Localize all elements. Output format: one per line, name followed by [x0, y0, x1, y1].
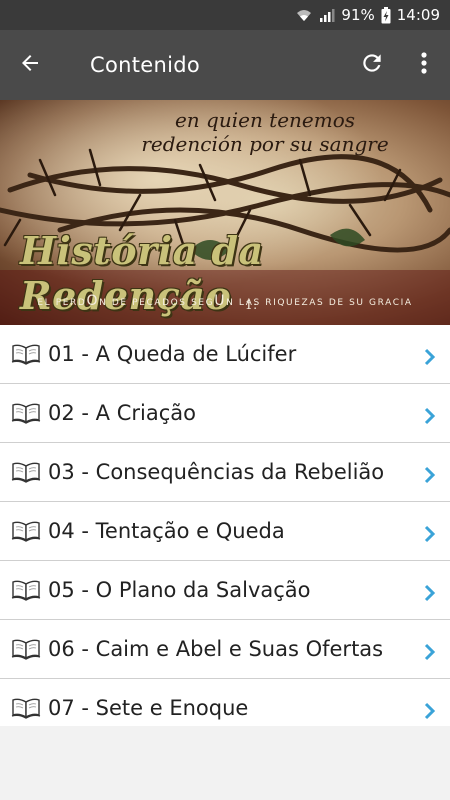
chapter-title: 04 - Tentação e Queda — [48, 519, 285, 543]
verse-part: U — [214, 293, 227, 309]
chevron-right-icon — [410, 637, 450, 661]
list-item[interactable]: 02 - A Criação — [0, 384, 450, 443]
chevron-right-icon — [410, 401, 450, 425]
banner-verse-text: EL PERDON DE PECADOS SEGUN LAS RIQUEZAS … — [0, 293, 450, 309]
signal-icon — [319, 7, 335, 23]
book-icon — [0, 579, 48, 601]
refresh-button[interactable] — [346, 30, 398, 100]
list-item[interactable]: 05 - O Plano da Salvação — [0, 561, 450, 620]
overflow-menu-button[interactable] — [398, 30, 450, 100]
chapter-title: 02 - A Criação — [48, 401, 196, 425]
book-icon — [0, 520, 48, 542]
verse-part: N LAS RIQUEZAS DE SU GRACIA — [226, 298, 413, 308]
status-bar: 91% 14:09 — [0, 0, 450, 30]
chapter-title: 03 - Consequências da Rebelião — [48, 460, 385, 484]
wifi-icon — [295, 7, 313, 23]
page-title: Contenido — [90, 53, 200, 77]
chapter-title: 05 - O Plano da Salvação — [48, 578, 311, 602]
chapter-list: 01 - A Queda de Lúcifer 02 - A Criação 0… — [0, 325, 450, 726]
empty-area — [0, 726, 450, 800]
verse-part: O — [86, 293, 100, 309]
chevron-right-icon — [410, 460, 450, 484]
chapter-title: 06 - Caim e Abel e Suas Ofertas — [48, 637, 384, 661]
chevron-right-icon — [410, 578, 450, 602]
header-banner-image: en quien tenemos redención por su sangre… — [0, 100, 450, 325]
chapter-title: 01 - A Queda de Lúcifer — [48, 342, 297, 366]
list-item[interactable]: 03 - Consequências da Rebelião — [0, 443, 450, 502]
banner-line-2: redención por su sangre — [141, 132, 389, 156]
book-icon — [0, 402, 48, 424]
verse-part: N DE PECADOS SEG — [99, 298, 215, 308]
book-icon — [0, 638, 48, 660]
book-icon — [0, 343, 48, 365]
banner-line-1: en quien tenemos — [174, 108, 356, 132]
arrow-back-icon — [18, 51, 42, 79]
list-item[interactable]: 01 - A Queda de Lúcifer — [0, 325, 450, 384]
battery-percent: 91% — [341, 6, 375, 24]
back-button[interactable] — [0, 30, 60, 100]
refresh-icon — [359, 50, 385, 80]
clock: 14:09 — [396, 6, 440, 24]
chapter-title: 07 - Sete e Enoque — [48, 696, 249, 720]
more-vert-icon — [420, 51, 428, 79]
chevron-right-icon — [410, 519, 450, 543]
list-item[interactable]: 07 - Sete e Enoque — [0, 679, 450, 726]
book-icon — [0, 461, 48, 483]
list-item[interactable]: 04 - Tentação e Queda — [0, 502, 450, 561]
book-icon — [0, 697, 48, 719]
battery-charging-icon — [381, 6, 391, 24]
verse-part: EL PERD — [37, 298, 87, 308]
chevron-right-icon — [410, 342, 450, 366]
list-item[interactable]: 06 - Caim e Abel e Suas Ofertas — [0, 620, 450, 679]
chevron-right-icon — [410, 696, 450, 720]
app-bar: Contenido — [0, 30, 450, 100]
